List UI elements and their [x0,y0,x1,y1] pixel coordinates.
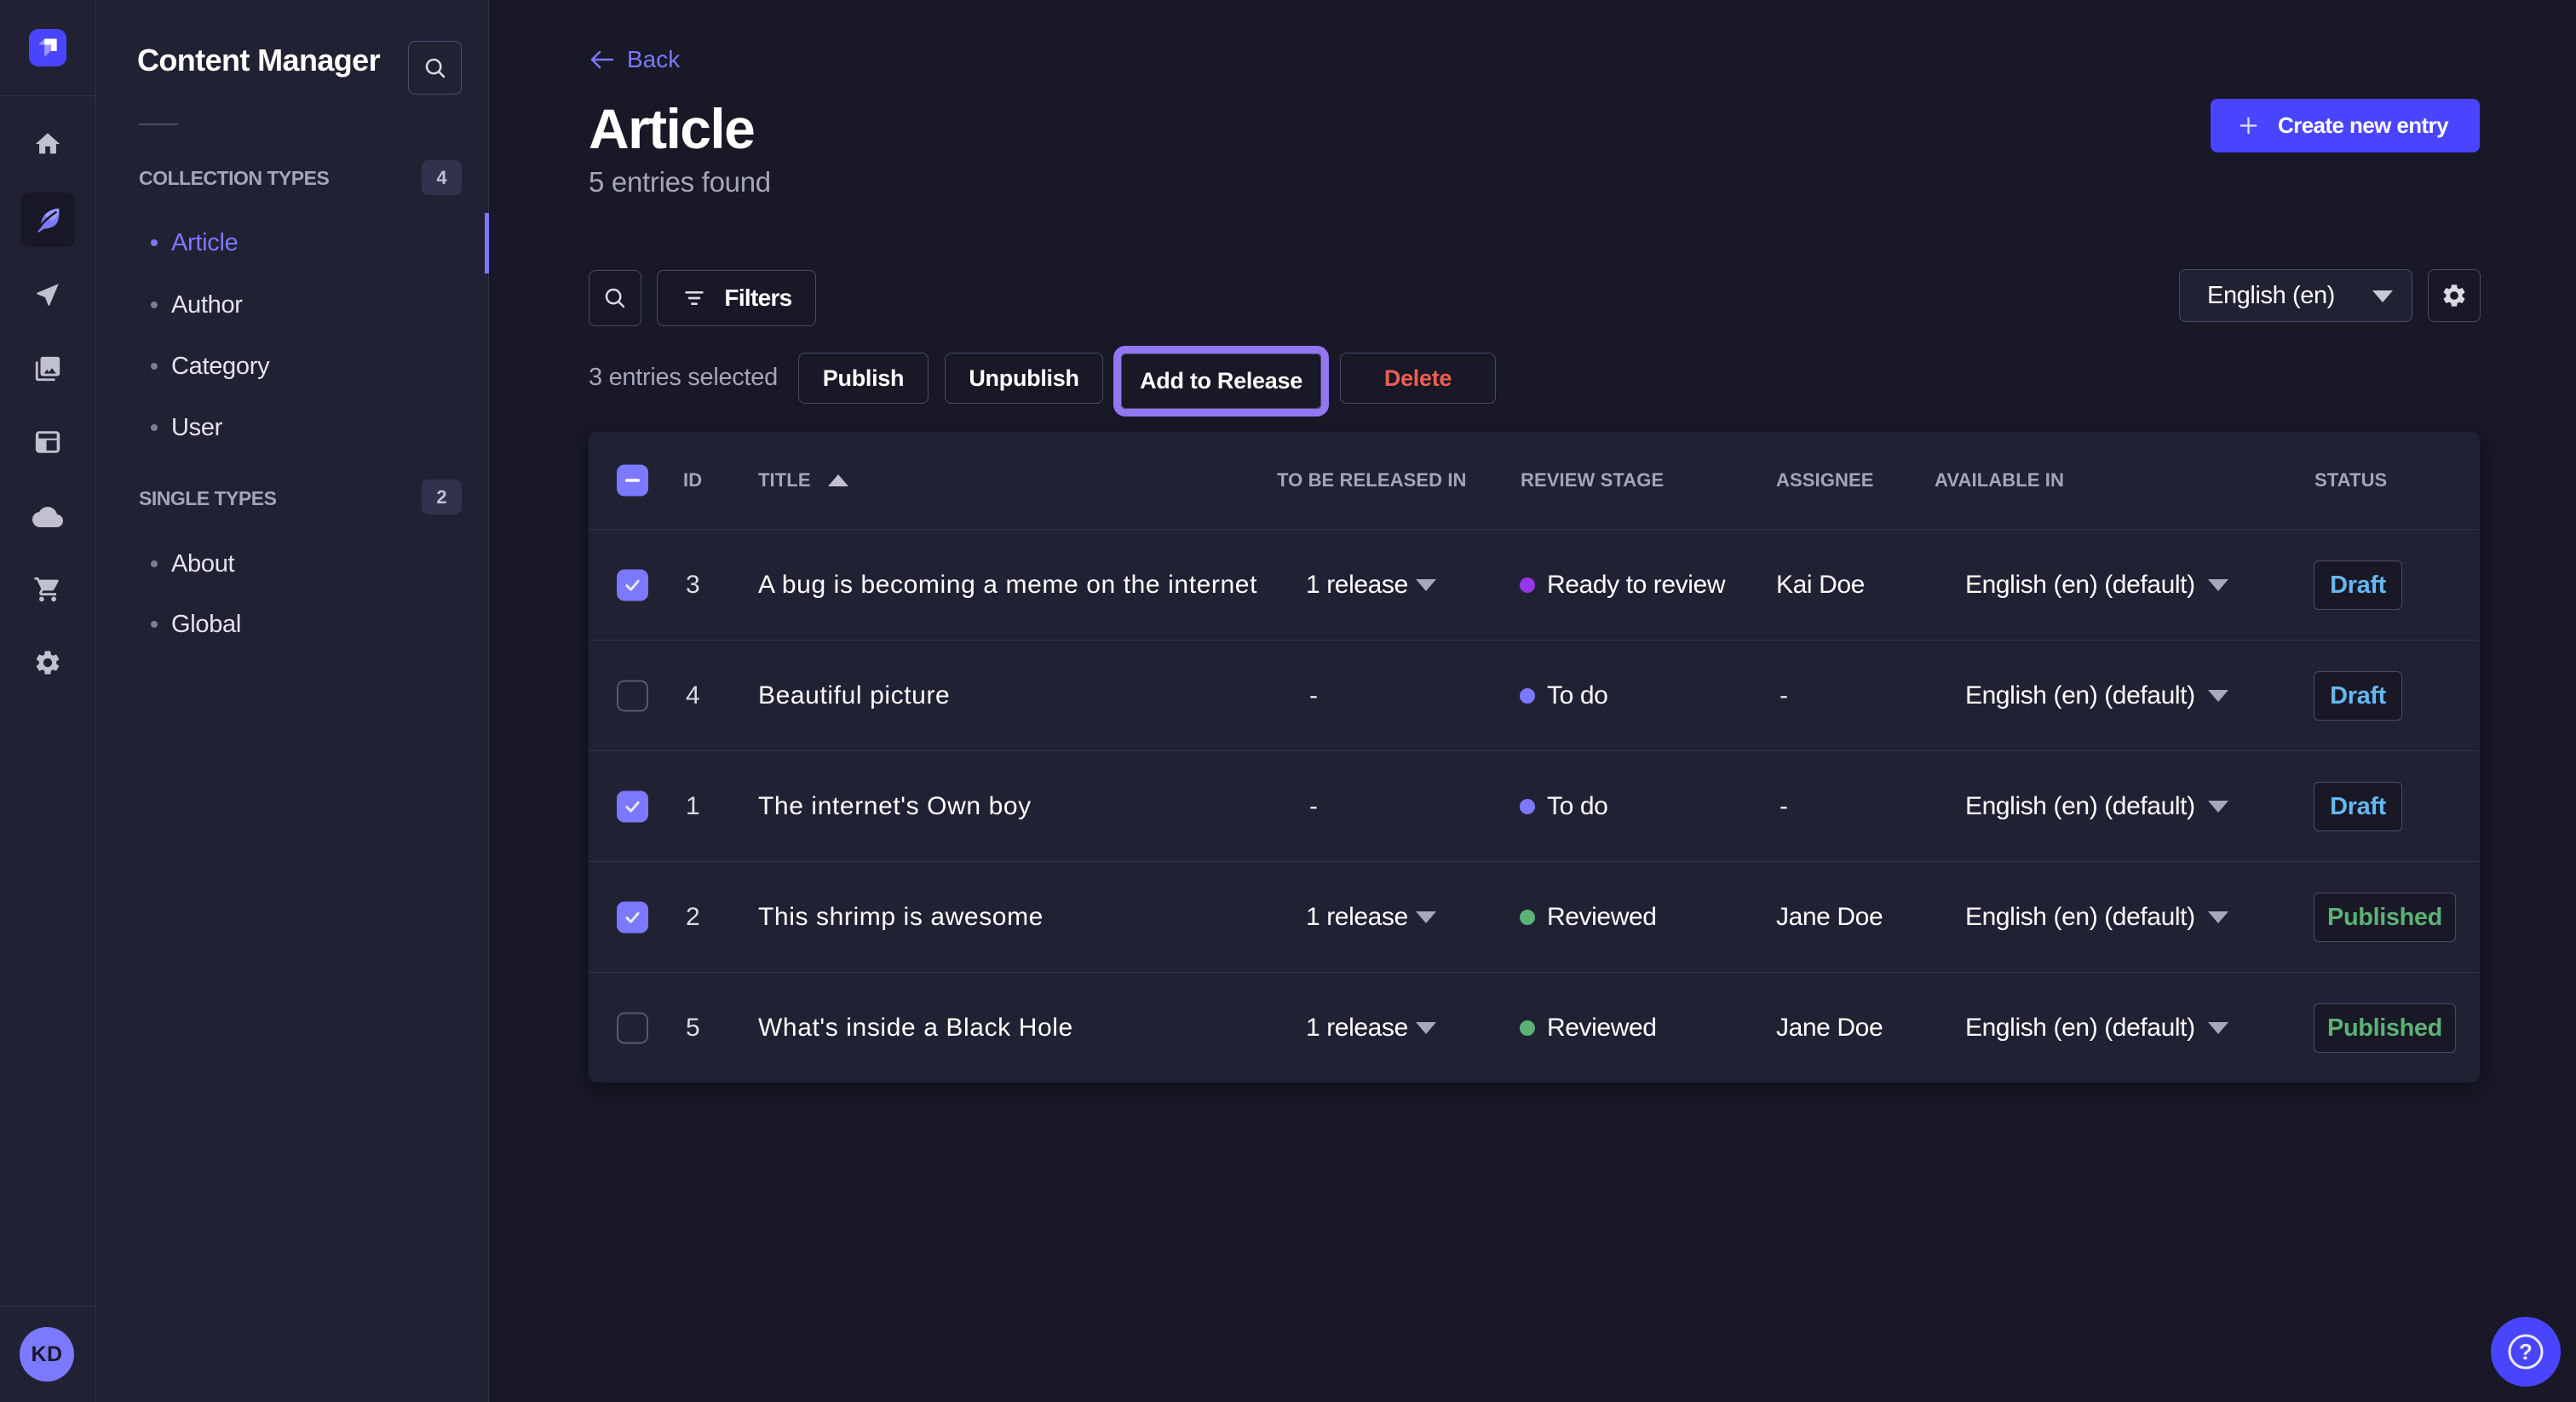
svg-text:?: ? [2519,1339,2533,1365]
